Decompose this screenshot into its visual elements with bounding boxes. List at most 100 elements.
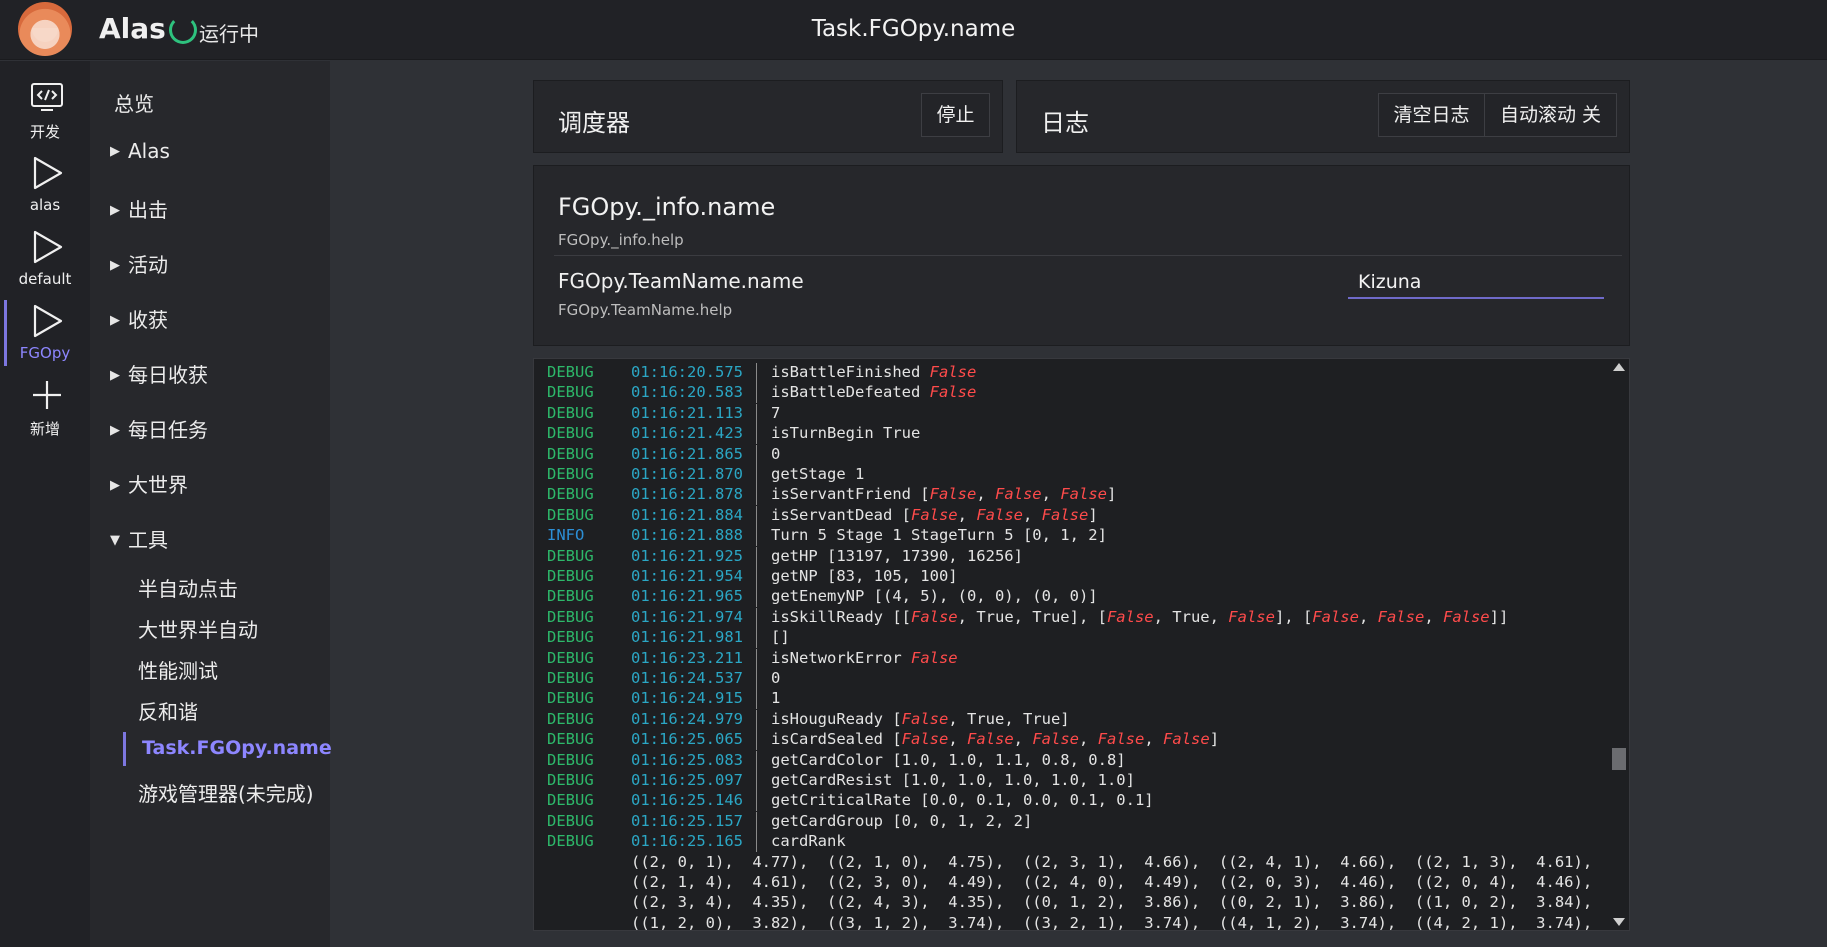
log-timestamp: 01:16:25.083: [631, 750, 743, 769]
log-separator: [756, 628, 757, 649]
log-line: DEBUG 01:16:21.423 isTurnBegin True: [534, 424, 1609, 445]
log-line: DEBUG 01:16:21.884 isServantDead [False, F…: [534, 505, 1609, 526]
log-message: getCriticalRate [0.0, 0.1, 0.0, 0.1, 0.1…: [771, 791, 1154, 810]
team-name-input[interactable]: [1348, 267, 1604, 299]
log-level: DEBUG: [547, 730, 594, 749]
log-timestamp: 01:16:25.065: [631, 730, 743, 749]
log-message: isTurnBegin True: [771, 424, 921, 443]
log-message: getCardColor [1.0, 1.0, 1.1, 0.8, 0.8]: [771, 750, 1126, 769]
log-message: ((2, 3, 4), 4.35), ((2, 4, 3), 4.35), ((…: [631, 893, 1593, 912]
log-level: DEBUG: [547, 485, 594, 504]
rail-label: default: [18, 270, 72, 288]
nav-tool-game-manager[interactable]: 游戏管理器(未完成): [138, 778, 314, 807]
log-separator: [756, 587, 757, 608]
nav-group-event[interactable]: ▶ 活动: [110, 249, 168, 278]
play-icon: [33, 156, 63, 190]
nav-tool-fgopy[interactable]: Task.FGOpy.name: [142, 737, 332, 759]
log-message: isServantDead [False, False, False]: [771, 505, 1098, 524]
nav-overview[interactable]: 总览: [114, 88, 154, 117]
nav-tool-opsi-semi-auto[interactable]: 大世界半自动: [138, 614, 258, 643]
log-timestamp: 01:16:25.165: [631, 832, 743, 851]
log-message: getNP [83, 105, 100]: [771, 567, 958, 585]
log-scrollbar[interactable]: [1609, 359, 1629, 930]
log-line: DEBUG 01:16:25.146 getCriticalRate [0.0, 0…: [534, 791, 1609, 812]
log-line: DEBUG 01:16:24.915 1: [534, 689, 1609, 710]
log-level: DEBUG: [547, 771, 594, 789]
clear-log-button[interactable]: 清空日志: [1378, 93, 1485, 137]
caret-right-icon: ▶: [110, 144, 120, 159]
play-icon: [33, 230, 63, 264]
nav-tool-semi-auto-click[interactable]: 半自动点击: [138, 573, 238, 602]
log-line: DEBUG 01:16:21.865 0: [534, 444, 1609, 465]
nav-group-reward[interactable]: ▶ 收获: [110, 304, 168, 333]
nav-tool-benchmark[interactable]: 性能测试: [138, 655, 218, 684]
log-level: DEBUG: [547, 465, 594, 483]
log-output[interactable]: DEBUG 01:16:20.575 isBattleFinished False D…: [533, 358, 1630, 931]
rail-item-alas[interactable]: alas: [0, 150, 90, 220]
log-level: DEBUG: [547, 669, 594, 687]
log-level: DEBUG: [547, 567, 594, 585]
rail-item-default[interactable]: default: [0, 224, 90, 294]
log-line: DEBUG 01:16:21.954 getNP [83, 105, 100]: [534, 567, 1609, 587]
log-level: DEBUG: [547, 424, 594, 443]
nav-group-tools[interactable]: ▼ 工具: [110, 524, 168, 553]
log-separator: [756, 750, 757, 771]
log-separator: [756, 689, 757, 710]
log-line: DEBUG 01:16:25.083 getCardColor [1.0, 1.0,…: [534, 750, 1609, 771]
log-line: DEBUG 01:16:21.974 isSkillReady [[False, T…: [534, 607, 1609, 628]
play-icon: [33, 304, 63, 338]
log-timestamp: 01:16:21.954: [631, 567, 743, 585]
nav-group-opsi[interactable]: ▶ 大世界: [110, 469, 188, 498]
nav-group-daily-task[interactable]: ▶ 每日任务: [110, 414, 208, 443]
log-timestamp: 01:16:20.575: [631, 363, 743, 381]
caret-right-icon: ▶: [110, 258, 120, 273]
log-line: DEBUG 01:16:24.537 0: [534, 669, 1609, 689]
log-level: INFO: [547, 526, 585, 545]
log-separator: [756, 383, 757, 404]
log-message: getHP [13197, 17390, 16256]: [771, 546, 1023, 565]
log-continuation-line: ((2, 0, 1), 4.77), ((2, 1, 0), 4.75), ((…: [534, 853, 1609, 873]
log-continuation-line: ((1, 2, 0), 3.82), ((3, 1, 2), 3.74), ((…: [534, 914, 1609, 930]
log-level: DEBUG: [547, 709, 594, 728]
stop-button[interactable]: 停止: [921, 93, 990, 137]
log-message: 1: [771, 689, 781, 708]
log-message: getStage 1: [771, 465, 865, 483]
nav-group-daily-reward[interactable]: ▶ 每日收获: [110, 359, 208, 388]
active-indicator: [123, 732, 126, 766]
config-group-title: FGOpy._info.name: [558, 193, 776, 221]
log-timestamp: 01:16:21.884: [631, 505, 743, 524]
nav-label: 大世界: [128, 473, 188, 497]
log-message: cardRank: [771, 832, 846, 851]
scroll-down-arrow-icon[interactable]: [1613, 918, 1625, 926]
nav-group-sortie[interactable]: ▶ 出击: [110, 194, 168, 223]
config-panel: FGOpy._info.name FGOpy._info.help FGOpy.…: [533, 165, 1630, 346]
log-timestamp: 01:16:23.211: [631, 648, 743, 667]
nav-tool-anti-harmony[interactable]: 反和谐: [138, 696, 198, 725]
log-timestamp: 01:16:21.925: [631, 546, 743, 565]
log-line: DEBUG 01:16:20.575 isBattleFinished False: [534, 363, 1609, 383]
caret-right-icon: ▶: [110, 313, 120, 328]
log-timestamp: 01:16:20.583: [631, 383, 743, 402]
log-separator: [756, 567, 757, 587]
rail-item-fgopy[interactable]: FGOpy: [0, 298, 90, 368]
log-message: getEnemyNP [(4, 5), (0, 0), (0, 0)]: [771, 587, 1098, 606]
nav-label: 每日收获: [128, 363, 208, 387]
rail-item-dev[interactable]: 开发: [0, 75, 90, 145]
rail-item-add[interactable]: 新增: [0, 372, 90, 442]
log-timestamp: 01:16:21.113: [631, 403, 743, 422]
scrollbar-thumb[interactable]: [1612, 748, 1626, 770]
log-line: DEBUG 01:16:23.211 isNetworkError False: [534, 648, 1609, 669]
page-title: Task.FGOpy.name: [811, 16, 1016, 42]
log-separator: [756, 730, 757, 751]
log-message: ((2, 0, 1), 4.77), ((2, 1, 0), 4.75), ((…: [631, 852, 1593, 871]
nav-label: 出击: [128, 198, 168, 222]
log-timestamp: 01:16:24.979: [631, 709, 743, 728]
log-separator: [756, 363, 757, 383]
log-message: isCardSealed [False, False, False, False…: [771, 730, 1220, 749]
scroll-up-arrow-icon[interactable]: [1613, 363, 1625, 371]
log-line: DEBUG 01:16:21.965 getEnemyNP [(4, 5), (0,…: [534, 587, 1609, 608]
autoscroll-toggle-button[interactable]: 自动滚动 关: [1484, 93, 1617, 137]
log-level: DEBUG: [547, 811, 594, 830]
nav-group-alas[interactable]: ▶ Alas: [110, 139, 170, 163]
log-timestamp: 01:16:21.981: [631, 628, 743, 647]
